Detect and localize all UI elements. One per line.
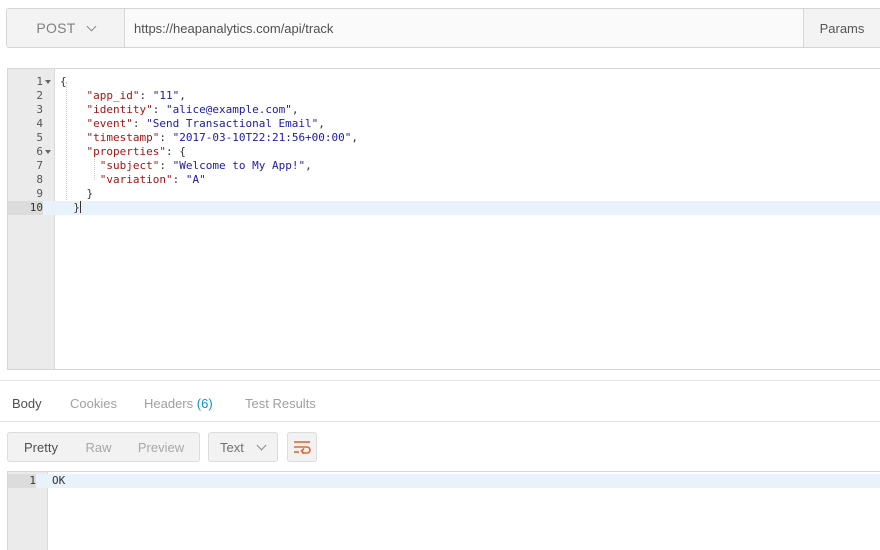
code-line: 3 "identity": "alice@example.com",	[8, 103, 880, 117]
json-punctuation	[60, 145, 87, 158]
request-bar: POST https://heapanalytics.com/api/track…	[6, 8, 880, 48]
view-mode-toggle: Pretty Raw Preview	[7, 432, 200, 462]
json-punctuation: ,	[318, 117, 325, 130]
json-punctuation	[60, 103, 87, 116]
json-string: "alice@example.com"	[165, 103, 292, 116]
tab-headers[interactable]: Headers (6)	[144, 396, 213, 411]
line-number: 1	[36, 75, 43, 88]
json-punctuation	[60, 117, 87, 130]
json-punctuation: :	[159, 131, 173, 144]
json-punctuation: ,	[291, 103, 299, 116]
format-select[interactable]: Text	[208, 432, 278, 462]
headers-count-badge: (6)	[196, 396, 213, 411]
line-number: 3	[36, 103, 43, 116]
code-text: "timestamp": "2017-03-10T22:21:56+00:00"…	[60, 131, 359, 145]
tab-label: Cookies	[70, 396, 117, 411]
response-body-editor[interactable]: 1 OK	[7, 471, 880, 550]
json-punctuation: }	[60, 187, 94, 200]
tab-label: Body	[12, 396, 42, 411]
json-punctuation: :	[159, 159, 173, 172]
code-line: 5 "timestamp": "2017-03-10T22:21:56+00:0…	[8, 131, 880, 145]
line-number: 9	[36, 187, 43, 200]
json-string: "11"	[152, 89, 180, 102]
code-text: "subject": "Welcome to My App!",	[60, 159, 312, 173]
format-label: Text	[220, 439, 244, 455]
line-number: 7	[36, 159, 43, 172]
json-key: "timestamp"	[86, 131, 160, 144]
code-line: 9 }	[8, 187, 880, 201]
wrap-lines-button[interactable]	[287, 432, 317, 462]
json-punctuation	[60, 89, 87, 102]
line-number: 4	[36, 117, 43, 130]
line-number: 10	[8, 201, 43, 215]
code-line: 2 "app_id": "11",	[8, 89, 880, 103]
json-string: "Send Transactional Email"	[146, 117, 319, 130]
code-text: "event": "Send Transactional Email",	[60, 117, 325, 131]
json-punctuation	[60, 173, 100, 186]
json-punctuation: :	[139, 89, 153, 102]
code-line: 1{	[8, 75, 880, 89]
json-key: "event"	[86, 117, 133, 130]
wrap-lines-icon	[294, 441, 311, 454]
code-line: 10 }	[8, 201, 880, 215]
tab-label: Test Results	[245, 396, 316, 411]
code-line: 4 "event": "Send Transactional Email",	[8, 117, 880, 131]
tab-test-results[interactable]: Test Results	[245, 396, 316, 411]
fold-arrow-icon[interactable]	[45, 150, 51, 154]
code-line: 6 "properties": {	[8, 145, 880, 159]
text-cursor	[79, 201, 81, 213]
raw-button[interactable]: Raw	[74, 433, 123, 461]
tab-body[interactable]: Body	[12, 396, 42, 411]
line-number: 8	[36, 173, 43, 186]
json-key: "identity"	[86, 103, 153, 116]
chevron-down-icon	[256, 440, 267, 450]
method-label: POST	[36, 20, 76, 36]
response-text: OK	[52, 474, 66, 487]
chevron-down-icon	[86, 21, 97, 31]
line-number: 6	[36, 145, 43, 158]
code-text: "properties": {	[60, 145, 186, 159]
json-string: "Welcome to My App!"	[172, 159, 306, 172]
json-punctuation: ,	[305, 159, 312, 172]
code-text: "app_id": "11",	[60, 89, 186, 103]
json-string: "2017-03-10T22:21:56+00:00"	[172, 131, 352, 144]
json-key: "subject"	[99, 159, 160, 172]
json-key: "app_id"	[86, 89, 140, 102]
code-text: }	[60, 187, 93, 201]
json-punctuation	[60, 159, 100, 172]
json-punctuation: :	[132, 117, 147, 130]
code-text: "variation": "A"	[60, 173, 206, 187]
json-punctuation: {	[60, 75, 67, 88]
pretty-button[interactable]: Pretty	[8, 433, 74, 461]
json-punctuation: }	[60, 201, 80, 214]
response-tabs: Body Cookies Headers (6) Test Results	[0, 381, 880, 422]
line-number: 2	[36, 89, 43, 102]
params-button[interactable]: Params	[803, 9, 880, 47]
preview-button[interactable]: Preview	[123, 433, 199, 461]
request-body-editor[interactable]: 1{2 "app_id": "11", 3 "identity": "alice@…	[7, 68, 880, 370]
tab-cookies[interactable]: Cookies	[70, 396, 117, 411]
code-text: }	[60, 201, 81, 215]
json-punctuation: :	[152, 103, 166, 116]
code-line: 8 "variation": "A"	[8, 173, 880, 187]
tab-label: Headers	[144, 396, 194, 411]
json-punctuation: ,	[179, 89, 186, 102]
code-line: 1 OK	[8, 474, 880, 488]
method-dropdown[interactable]: POST	[7, 9, 125, 47]
json-punctuation: ,	[351, 131, 359, 144]
json-key: "properties"	[86, 145, 166, 158]
fold-arrow-icon[interactable]	[45, 80, 51, 84]
code-text: "identity": "alice@example.com",	[60, 103, 299, 117]
line-number: 1	[8, 474, 36, 488]
json-punctuation: :	[172, 173, 186, 186]
line-number: 5	[36, 131, 43, 144]
code-text: {	[60, 75, 67, 89]
json-punctuation: : {	[165, 145, 186, 158]
url-input[interactable]: https://heapanalytics.com/api/track	[125, 9, 803, 47]
json-key: "variation"	[99, 173, 173, 186]
json-punctuation	[60, 131, 87, 144]
code-line: 7 "subject": "Welcome to My App!",	[8, 159, 880, 173]
json-string: "A"	[185, 173, 206, 186]
